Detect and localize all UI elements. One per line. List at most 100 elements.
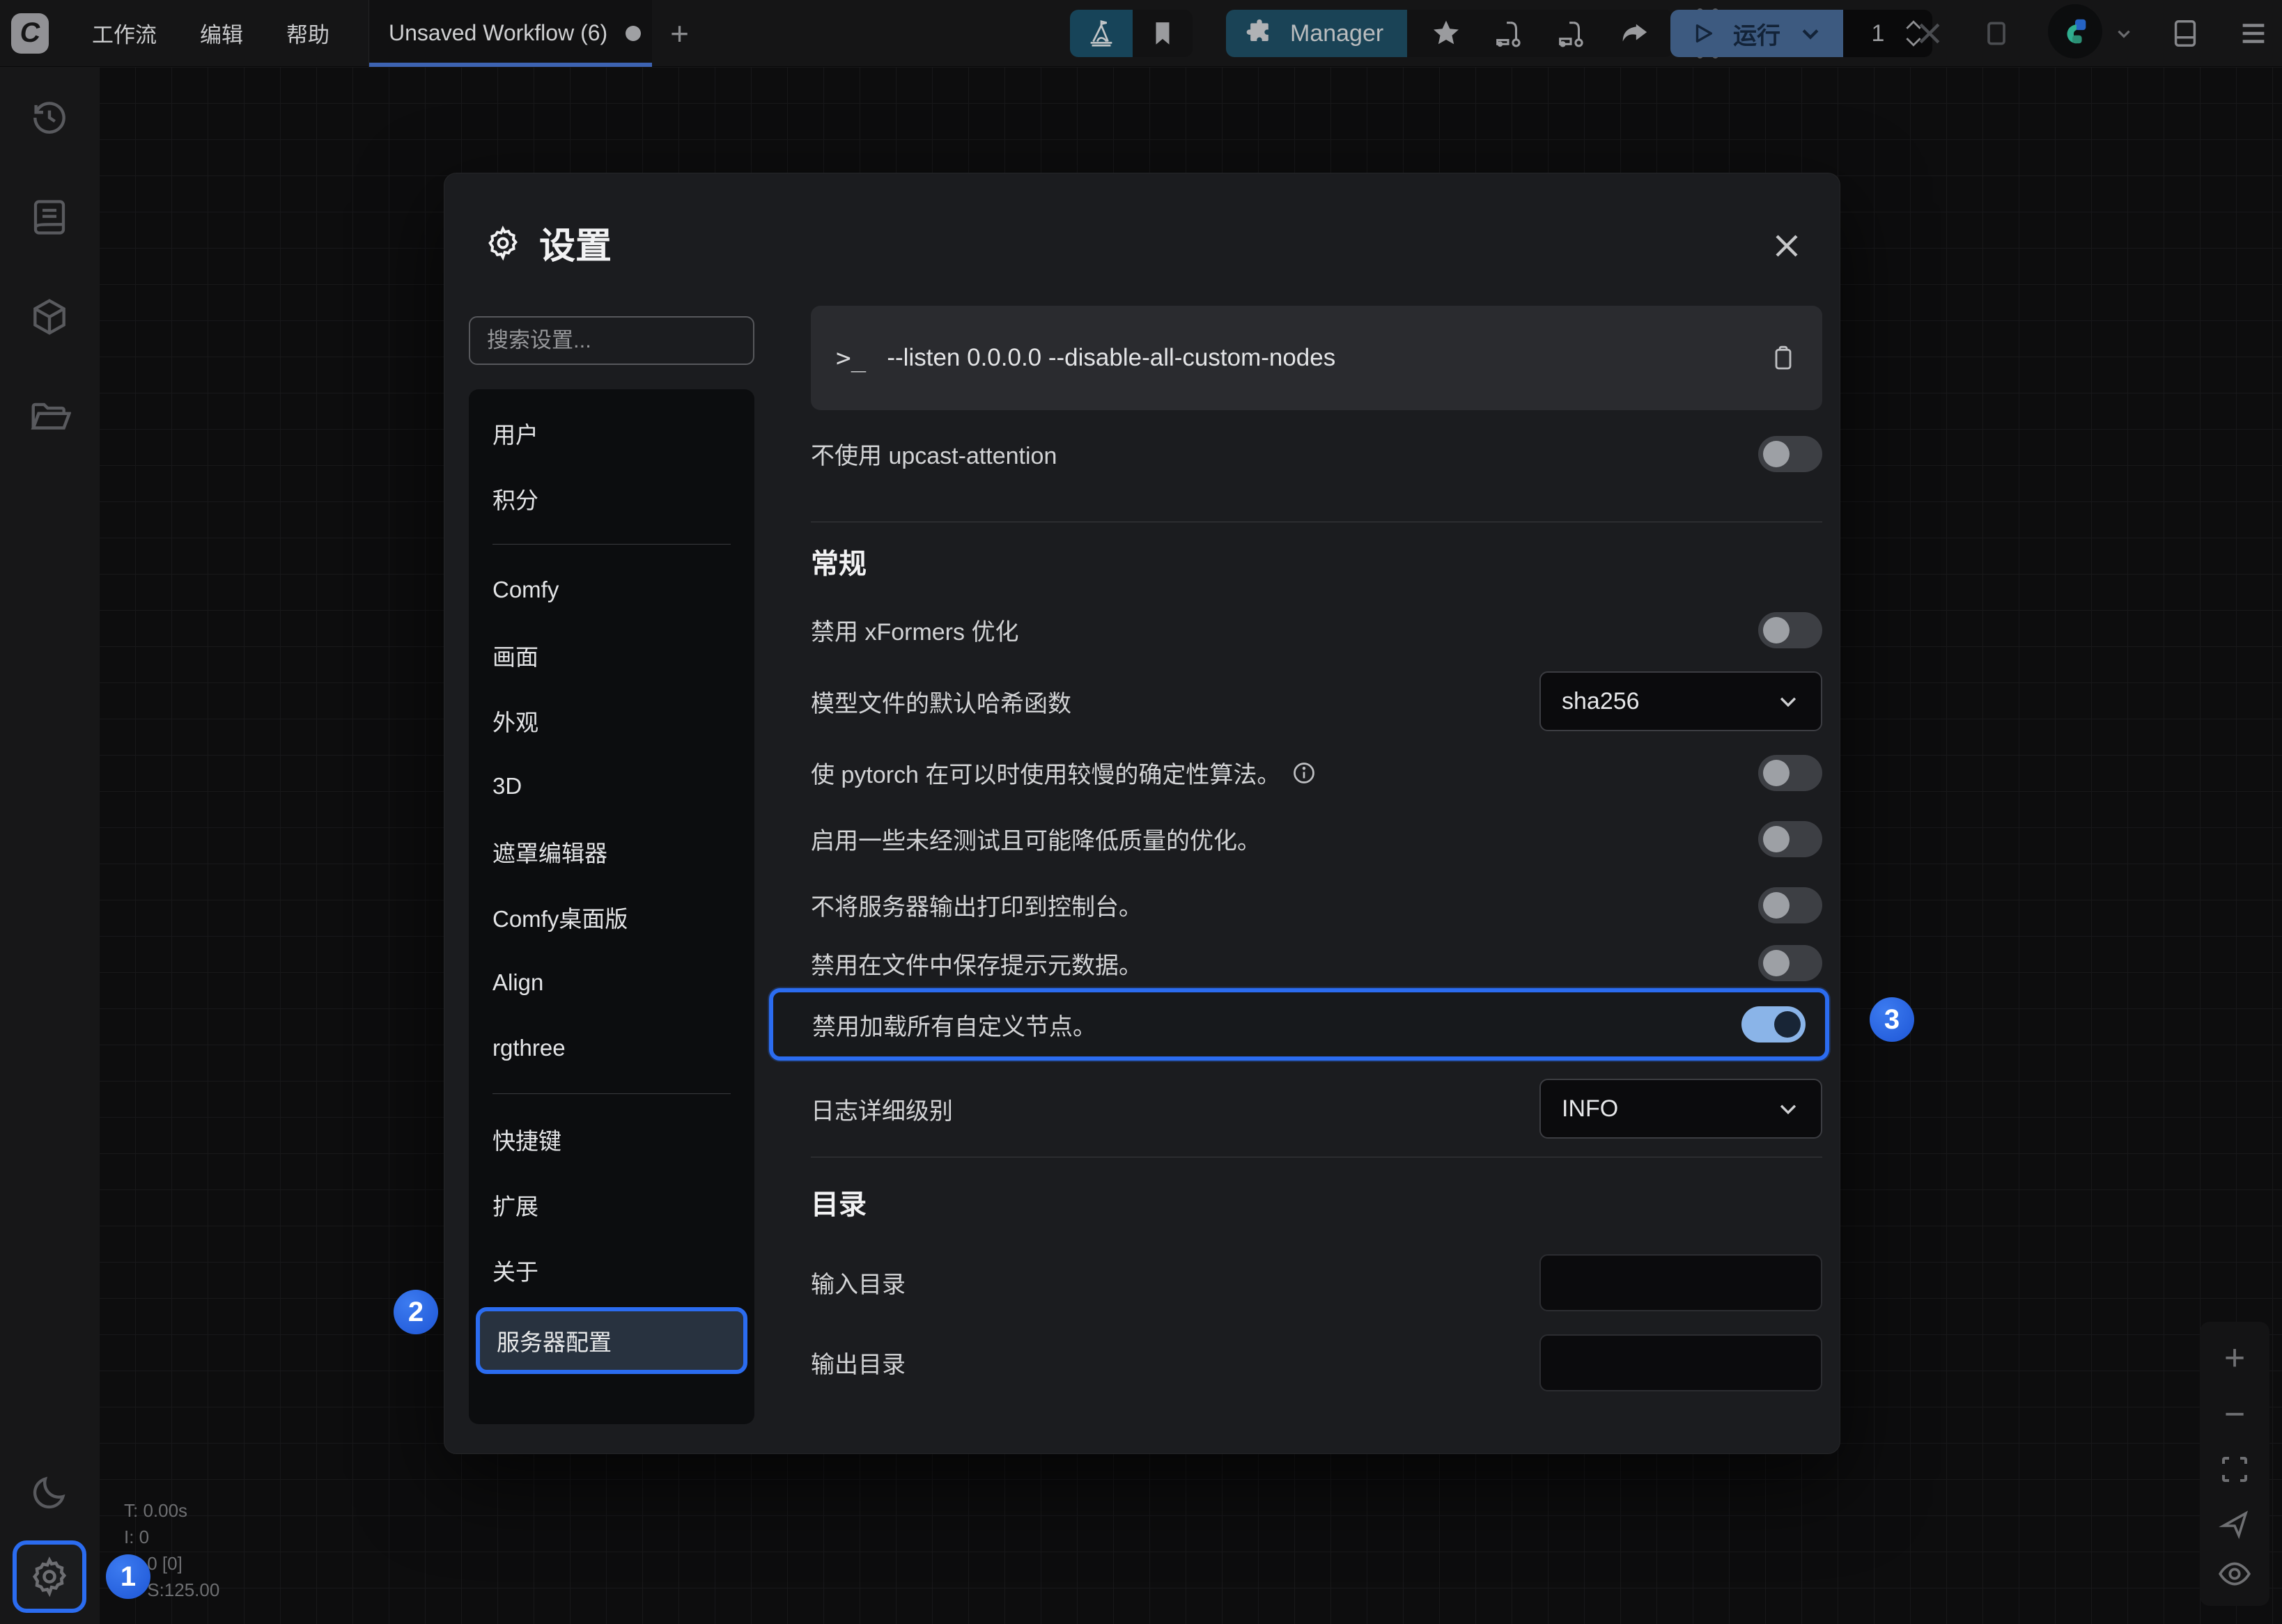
bottom-panel-toggle-icon[interactable] bbox=[2169, 17, 2201, 49]
queue-history-icon[interactable] bbox=[28, 96, 71, 139]
highlighted-setting-row: 禁用加载所有自定义节点。 bbox=[769, 988, 1829, 1061]
avatar-chevron-icon[interactable] bbox=[2115, 24, 2133, 42]
chevron-down-icon[interactable] bbox=[1799, 22, 1822, 45]
star-icon[interactable] bbox=[1431, 18, 1461, 49]
info-icon[interactable] bbox=[1291, 760, 1317, 786]
chevron-down-icon bbox=[1776, 689, 1800, 713]
workflow-gallery-button[interactable] bbox=[1070, 10, 1133, 57]
theme-moon-icon[interactable] bbox=[29, 1472, 70, 1513]
workflows-book-icon[interactable] bbox=[29, 196, 70, 238]
setting-row: 禁用 xFormers 优化 bbox=[811, 597, 1822, 663]
vacuum-icon[interactable] bbox=[1492, 17, 1524, 49]
terminal-prompt-icon: >_ bbox=[836, 344, 866, 373]
setting-row: 不使用 upcast-attention bbox=[811, 421, 1822, 487]
settings-search-input[interactable] bbox=[487, 328, 765, 353]
nav-item-about[interactable]: 关于 bbox=[469, 1237, 754, 1303]
open-folder-icon[interactable] bbox=[28, 396, 71, 439]
toggle-disable-xformers[interactable] bbox=[1758, 612, 1822, 648]
settings-search[interactable] bbox=[469, 316, 754, 365]
setting-row: 输出目录 bbox=[811, 1326, 1822, 1399]
nav-item-rgthree[interactable]: rgthree bbox=[469, 1015, 754, 1081]
comfyui-logo[interactable]: C bbox=[11, 13, 49, 54]
settings-dialog-header: 设置 bbox=[485, 217, 612, 269]
toggle-deterministic[interactable] bbox=[1758, 755, 1822, 791]
user-avatar[interactable] bbox=[2048, 4, 2102, 58]
top-right-icons bbox=[1914, 10, 2269, 57]
nav-item-mask-editor[interactable]: 遮罩编辑器 bbox=[469, 819, 754, 884]
toggle-visibility-eye-icon[interactable] bbox=[2217, 1560, 2252, 1588]
nav-item-server-config[interactable]: 服务器配置 bbox=[476, 1307, 747, 1374]
setting-row: 使 pytorch 在可以时使用较慢的确定性算法。 bbox=[811, 740, 1822, 806]
bookmark-button[interactable] bbox=[1133, 10, 1193, 57]
manager-label: Manager bbox=[1290, 20, 1383, 47]
nav-item-keybinding[interactable]: 快捷键 bbox=[469, 1107, 754, 1172]
new-tab-button[interactable]: + bbox=[670, 17, 689, 49]
toggle-knob bbox=[1763, 950, 1790, 976]
hash-function-select[interactable]: sha256 bbox=[1539, 671, 1822, 731]
toggle-knob bbox=[1763, 826, 1790, 852]
nav-item-3d[interactable]: 3D bbox=[469, 754, 754, 819]
cancel-run-icon[interactable] bbox=[1914, 18, 1945, 49]
nav-item-comfy-desktop[interactable]: Comfy桌面版 bbox=[469, 884, 754, 950]
nav-item-user[interactable]: 用户 bbox=[469, 400, 754, 466]
toggle-knob bbox=[1774, 1011, 1801, 1038]
nav-item-extension[interactable]: 扩展 bbox=[469, 1172, 754, 1237]
output-directory-field[interactable] bbox=[1539, 1334, 1822, 1391]
run-button[interactable]: 运行 bbox=[1670, 10, 1843, 57]
setting-row: 不将服务器输出打印到控制台。 bbox=[811, 872, 1822, 938]
workflow-tab-title: Unsaved Workflow (6) bbox=[389, 20, 607, 46]
menu-help[interactable]: 帮助 bbox=[286, 17, 329, 49]
server-args-text: --listen 0.0.0.0 --disable-all-custom-no… bbox=[887, 344, 1748, 372]
settings-content: >_ --listen 0.0.0.0 --disable-all-custom… bbox=[811, 173, 1822, 1455]
toggle-dont-print-server[interactable] bbox=[1758, 887, 1822, 923]
play-icon bbox=[1691, 20, 1715, 47]
nav-divider bbox=[492, 544, 731, 545]
workflow-tab[interactable]: Unsaved Workflow (6) bbox=[368, 0, 652, 67]
manager-button[interactable]: Manager bbox=[1226, 10, 1407, 57]
zoom-in-button[interactable]: + bbox=[2224, 1340, 2245, 1376]
log-level-value: INFO bbox=[1562, 1095, 1776, 1123]
toggle-disable-metadata[interactable] bbox=[1758, 945, 1822, 981]
select-cursor-icon[interactable] bbox=[2218, 1506, 2251, 1540]
nav-item-comfy[interactable]: Comfy bbox=[469, 557, 754, 623]
copy-icon[interactable] bbox=[1769, 343, 1797, 373]
zoom-out-button[interactable]: − bbox=[2224, 1396, 2245, 1432]
nav-item-align[interactable]: Align bbox=[469, 950, 754, 1015]
setting-row: 启用一些未经测试且可能降低质量的优化。 bbox=[811, 806, 1822, 872]
setting-label: 日志详细级别 bbox=[811, 1092, 953, 1126]
stop-queue-icon[interactable] bbox=[1981, 18, 2012, 49]
gear-icon bbox=[485, 225, 521, 261]
setting-label: 使 pytorch 在可以时使用较慢的确定性算法。 bbox=[811, 756, 1317, 790]
nav-item-canvas[interactable]: 画面 bbox=[469, 623, 754, 688]
input-directory-field[interactable] bbox=[1539, 1254, 1822, 1311]
manager-toolbar: Manager bbox=[1070, 10, 1719, 57]
settings-dialog-title: 设置 bbox=[539, 217, 612, 269]
tutorial-step-1-badge: 1 bbox=[106, 1554, 150, 1599]
toggle-disable-all-custom-nodes[interactable] bbox=[1741, 1006, 1806, 1043]
section-title-directories: 目录 bbox=[811, 1182, 867, 1222]
vacuum-icon[interactable] bbox=[1555, 17, 1587, 49]
puzzle-icon bbox=[1244, 18, 1275, 49]
toggle-knob bbox=[1763, 892, 1790, 919]
nav-item-appearance[interactable]: 外观 bbox=[469, 688, 754, 754]
settings-button[interactable] bbox=[13, 1540, 86, 1613]
fit-view-icon[interactable] bbox=[2218, 1453, 2251, 1486]
hamburger-menu-icon[interactable] bbox=[2237, 17, 2269, 49]
comfyui-logo-glyph: C bbox=[17, 17, 42, 49]
nav-item-credits[interactable]: 积分 bbox=[469, 466, 754, 531]
setting-row: 禁用在文件中保存提示元数据。 bbox=[811, 938, 1822, 988]
server-args-bar: >_ --listen 0.0.0.0 --disable-all-custom… bbox=[811, 306, 1822, 410]
share-arrow-icon[interactable] bbox=[1617, 17, 1650, 49]
toggle-fast-optimizations[interactable] bbox=[1758, 821, 1822, 857]
menu-workflow[interactable]: 工作流 bbox=[92, 17, 157, 49]
toggle-upcast-attention[interactable] bbox=[1758, 436, 1822, 472]
node-library-cube-icon[interactable] bbox=[28, 295, 71, 338]
toggle-knob bbox=[1763, 760, 1790, 786]
settings-dialog: 设置 用户 积分 Comfy 画面 外观 3D 遮罩编辑器 Comfy桌面版 A… bbox=[444, 173, 1840, 1454]
setting-label-text: 使 pytorch 在可以时使用较慢的确定性算法。 bbox=[811, 756, 1280, 790]
menu-edit[interactable]: 编辑 bbox=[200, 17, 243, 49]
run-cluster: 运行 1 bbox=[1670, 10, 1932, 57]
setting-row: 日志详细级别 INFO bbox=[811, 1070, 1822, 1147]
log-level-select[interactable]: INFO bbox=[1539, 1079, 1822, 1139]
setting-row: 模型文件的默认哈希函数 sha256 bbox=[811, 663, 1822, 740]
